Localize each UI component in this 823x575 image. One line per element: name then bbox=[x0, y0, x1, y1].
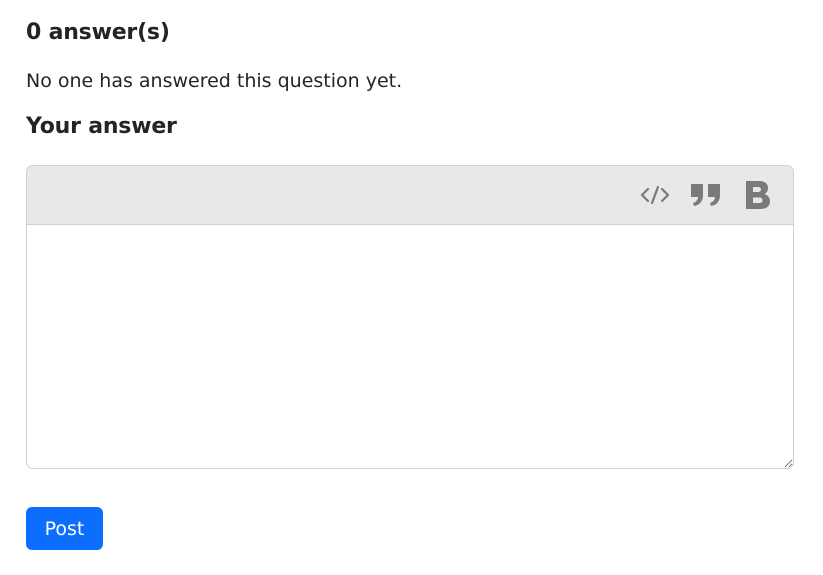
answer-editor bbox=[26, 165, 794, 469]
code-icon bbox=[640, 185, 670, 205]
no-answers-message: No one has answered this question yet. bbox=[26, 70, 403, 92]
editor-toolbar bbox=[27, 166, 793, 225]
bold-icon bbox=[746, 181, 770, 209]
your-answer-heading: Your answer bbox=[26, 114, 177, 139]
bold-button[interactable] bbox=[741, 178, 775, 212]
code-button[interactable] bbox=[638, 178, 672, 212]
quote-button[interactable] bbox=[689, 178, 723, 212]
answer-textarea[interactable] bbox=[27, 225, 793, 468]
quote-icon bbox=[691, 184, 720, 206]
post-button[interactable]: Post bbox=[26, 507, 103, 550]
answers-count-heading: 0 answer(s) bbox=[26, 20, 170, 45]
